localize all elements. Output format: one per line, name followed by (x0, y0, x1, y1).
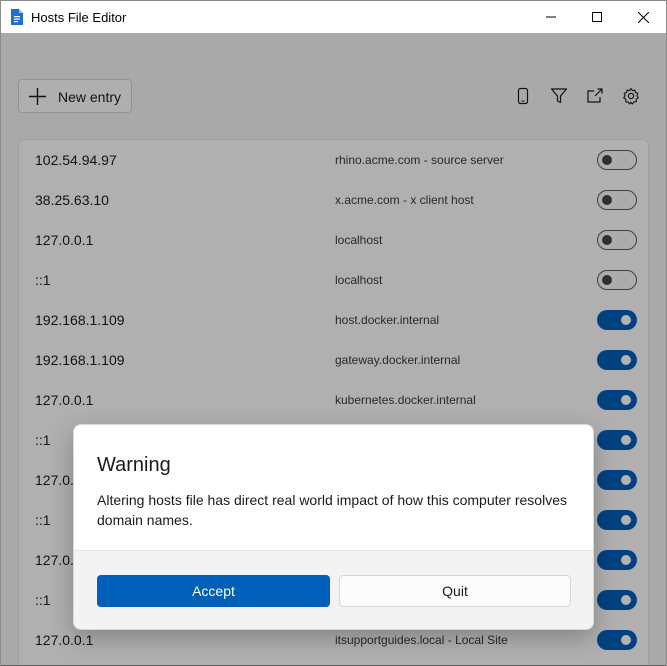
maximize-icon (592, 12, 602, 22)
dialog-title: Warning (97, 454, 171, 476)
close-icon (637, 11, 649, 23)
close-button[interactable] (620, 1, 666, 33)
minimize-icon (546, 16, 556, 18)
maximize-button[interactable] (574, 1, 620, 33)
dialog-message: Altering hosts file has direct real worl… (97, 492, 567, 528)
quit-button[interactable]: Quit (339, 575, 571, 607)
minimize-button[interactable] (528, 1, 574, 33)
title-bar: Hosts File Editor (1, 1, 666, 33)
window-title: Hosts File Editor (31, 10, 127, 25)
dialog-footer: Accept Quit (74, 550, 593, 629)
warning-dialog: Warning Altering hosts file has direct r… (73, 424, 594, 630)
document-icon (11, 9, 23, 25)
accept-button[interactable]: Accept (97, 575, 330, 607)
